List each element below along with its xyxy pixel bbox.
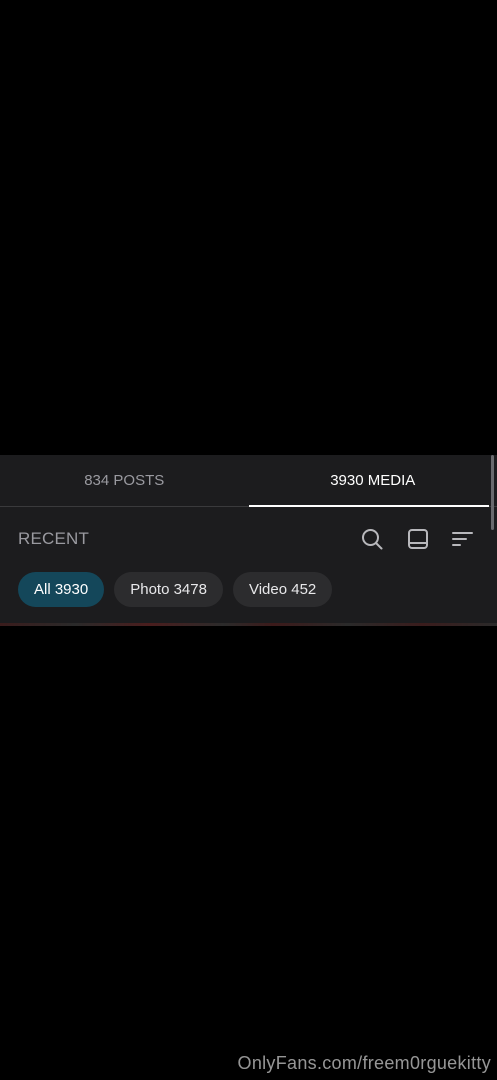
search-icon[interactable] xyxy=(360,527,384,551)
tab-posts-label: 834 POSTS xyxy=(84,472,165,489)
media-toolbar: RECENT xyxy=(0,507,497,569)
filter-photo-chip[interactable]: Photo 3478 xyxy=(114,572,223,607)
sort-icon[interactable] xyxy=(451,527,475,551)
media-grid-edge xyxy=(0,623,497,626)
watermark: OnlyFans.com/freem0rguekitty xyxy=(237,1053,491,1073)
media-panel: 834 POSTS 3930 MEDIA RECENT All 3930 Pho… xyxy=(0,455,497,623)
screen: 834 POSTS 3930 MEDIA RECENT All 3930 Pho… xyxy=(0,0,497,1080)
filter-photo-label: Photo 3478 xyxy=(130,581,207,598)
sort-title: RECENT xyxy=(18,529,90,548)
filter-all-chip[interactable]: All 3930 xyxy=(18,572,105,607)
filter-video-label: Video 452 xyxy=(248,581,317,598)
tab-media[interactable]: 3930 MEDIA xyxy=(248,455,497,507)
filter-video-chip[interactable]: Video 452 xyxy=(232,572,333,607)
tab-media-label: 3930 MEDIA xyxy=(330,472,416,489)
layout-icon[interactable] xyxy=(406,527,430,551)
media-filter-chips: All 3930 Photo 3478 Video 452 xyxy=(18,572,333,607)
tab-posts[interactable]: 834 POSTS xyxy=(0,455,249,506)
profile-tabs: 834 POSTS 3930 MEDIA xyxy=(0,455,497,507)
filter-all-label: All 3930 xyxy=(34,581,89,598)
